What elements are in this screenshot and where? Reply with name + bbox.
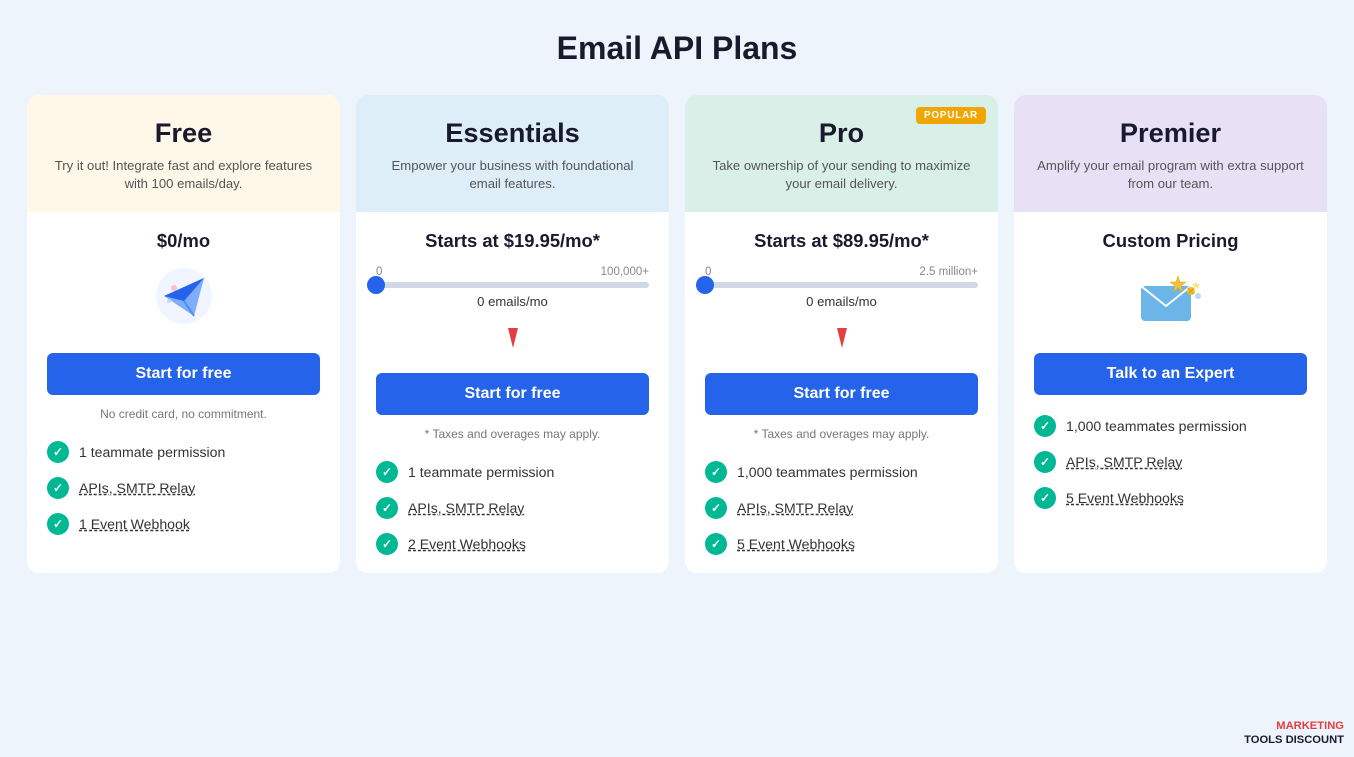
feature-text-premier-2[interactable]: 5 Event Webhooks [1066, 490, 1184, 506]
check-icon: ✓ [376, 497, 398, 519]
feature-text-pro-0: 1,000 teammates permission [737, 464, 918, 480]
check-icon: ✓ [705, 461, 727, 483]
plan-price-pro: Starts at $89.95/mo* [705, 230, 978, 252]
plan-description-pro: Take ownership of your sending to maximi… [705, 157, 978, 194]
plane-icon [47, 266, 320, 335]
list-item: ✓ 1 teammate permission [47, 441, 320, 463]
cta-button-pro[interactable]: Start for free [705, 373, 978, 415]
plan-description-essentials: Empower your business with foundational … [376, 157, 649, 194]
plan-note-pro: * Taxes and overages may apply. [705, 427, 978, 441]
features-list-premier: ✓ 1,000 teammates permission ✓ APIs, SMTP R… [1034, 415, 1307, 509]
cta-button-essentials[interactable]: Start for free [376, 373, 649, 415]
plan-header-pro: POPULARProTake ownership of your sending… [685, 95, 998, 212]
slider-value-essentials: 0 emails/mo [376, 294, 649, 309]
watermark-line2: TOOLS DISCOUNT [1244, 734, 1344, 747]
star-envelope-icon [1034, 266, 1307, 335]
list-item: ✓ 1 Event Webhook [47, 513, 320, 535]
feature-text-free-1[interactable]: APIs, SMTP Relay [79, 480, 195, 496]
feature-text-premier-1[interactable]: APIs, SMTP Relay [1066, 454, 1182, 470]
plan-header-free: Free Try it out! Integrate fast and explo… [27, 95, 340, 212]
plans-grid: Free Try it out! Integrate fast and explo… [27, 95, 1327, 573]
list-item: ✓ 5 Event Webhooks [705, 533, 978, 555]
feature-text-premier-0: 1,000 teammates permission [1066, 418, 1247, 434]
feature-text-free-0: 1 teammate permission [79, 444, 225, 460]
plan-card-pro: POPULARProTake ownership of your sending… [685, 95, 998, 573]
plan-body-essentials: Starts at $19.95/mo*0100,000+0 emails/mo… [356, 212, 669, 573]
check-icon: ✓ [705, 497, 727, 519]
slider-max-essentials: 100,000+ [601, 266, 649, 278]
feature-text-essentials-0: 1 teammate permission [408, 464, 554, 480]
list-item: ✓ APIs, SMTP Relay [47, 477, 320, 499]
slider-value-pro: 0 emails/mo [705, 294, 978, 309]
arrow-icon-essentials [376, 323, 649, 359]
check-icon: ✓ [1034, 415, 1056, 437]
plan-description-free: Try it out! Integrate fast and explore f… [47, 157, 320, 194]
list-item: ✓ 1 teammate permission [376, 461, 649, 483]
list-item: ✓ 2 Event Webhooks [376, 533, 649, 555]
slider-pro[interactable]: 02.5 million+0 emails/mo [705, 266, 978, 309]
feature-text-pro-1[interactable]: APIs, SMTP Relay [737, 500, 853, 516]
check-icon: ✓ [376, 533, 398, 555]
check-icon: ✓ [47, 513, 69, 535]
feature-text-essentials-2[interactable]: 2 Event Webhooks [408, 536, 526, 552]
watermark: MARKETING TOOLS DISCOUNT [1244, 720, 1344, 747]
slider-max-pro: 2.5 million+ [919, 266, 978, 278]
plan-card-free: Free Try it out! Integrate fast and explo… [27, 95, 340, 573]
features-list-free: ✓1 teammate permission✓APIs, SMTP Relay✓… [47, 441, 320, 535]
check-icon: ✓ [705, 533, 727, 555]
popular-badge: POPULAR [916, 107, 986, 124]
plan-name-free: Free [47, 117, 320, 149]
arrow-icon-pro [705, 323, 978, 359]
cta-button-premier[interactable]: Talk to an Expert [1034, 353, 1307, 395]
list-item: ✓ APIs, SMTP Relay [376, 497, 649, 519]
cta-button-free[interactable]: Start for free [47, 353, 320, 395]
plan-name-essentials: Essentials [376, 117, 649, 149]
check-icon: ✓ [47, 477, 69, 499]
list-item: ✓ 5 Event Webhooks [1034, 487, 1307, 509]
check-icon: ✓ [1034, 451, 1056, 473]
list-item: ✓ APIs, SMTP Relay [1034, 451, 1307, 473]
list-item: ✓ 1,000 teammates permission [1034, 415, 1307, 437]
plan-price-free: $0/mo [47, 230, 320, 252]
plan-description-premier: Amplify your email program with extra su… [1034, 157, 1307, 194]
plan-body-free: $0/mo Start for free No credit card, no c… [27, 212, 340, 573]
features-list-essentials: ✓1 teammate permission✓APIs, SMTP Relay✓… [376, 461, 649, 555]
watermark-line1: MARKETING [1244, 720, 1344, 733]
check-icon: ✓ [1034, 487, 1056, 509]
list-item: ✓ 1,000 teammates permission [705, 461, 978, 483]
slider-thumb-essentials[interactable] [367, 276, 385, 294]
slider-thumb-pro[interactable] [696, 276, 714, 294]
features-list-pro: ✓ 1,000 teammates permission ✓ APIs, SMTP R… [705, 461, 978, 555]
plan-card-premier: Premier Amplify your email program with e… [1014, 95, 1327, 573]
plan-body-pro: Starts at $89.95/mo*02.5 million+0 email… [685, 212, 998, 573]
feature-text-essentials-1[interactable]: APIs, SMTP Relay [408, 500, 524, 516]
page-title: Email API Plans [20, 30, 1334, 67]
plan-note-essentials: * Taxes and overages may apply. [376, 427, 649, 441]
check-icon: ✓ [376, 461, 398, 483]
list-item: ✓ APIs, SMTP Relay [705, 497, 978, 519]
plan-name-premier: Premier [1034, 117, 1307, 149]
plan-body-premier: Custom Pricing Talk to an Expert ✓ 1,000 t… [1014, 212, 1327, 573]
slider-essentials[interactable]: 0100,000+0 emails/mo [376, 266, 649, 309]
feature-text-pro-2[interactable]: 5 Event Webhooks [737, 536, 855, 552]
check-icon: ✓ [47, 441, 69, 463]
plan-price-premier: Custom Pricing [1034, 230, 1307, 252]
plan-header-essentials: Essentials Empower your business with fou… [356, 95, 669, 212]
plan-note-free: No credit card, no commitment. [47, 407, 320, 421]
plan-header-premier: Premier Amplify your email program with e… [1014, 95, 1327, 212]
plan-price-essentials: Starts at $19.95/mo* [376, 230, 649, 252]
plan-card-essentials: Essentials Empower your business with fou… [356, 95, 669, 573]
feature-text-free-2[interactable]: 1 Event Webhook [79, 516, 190, 532]
